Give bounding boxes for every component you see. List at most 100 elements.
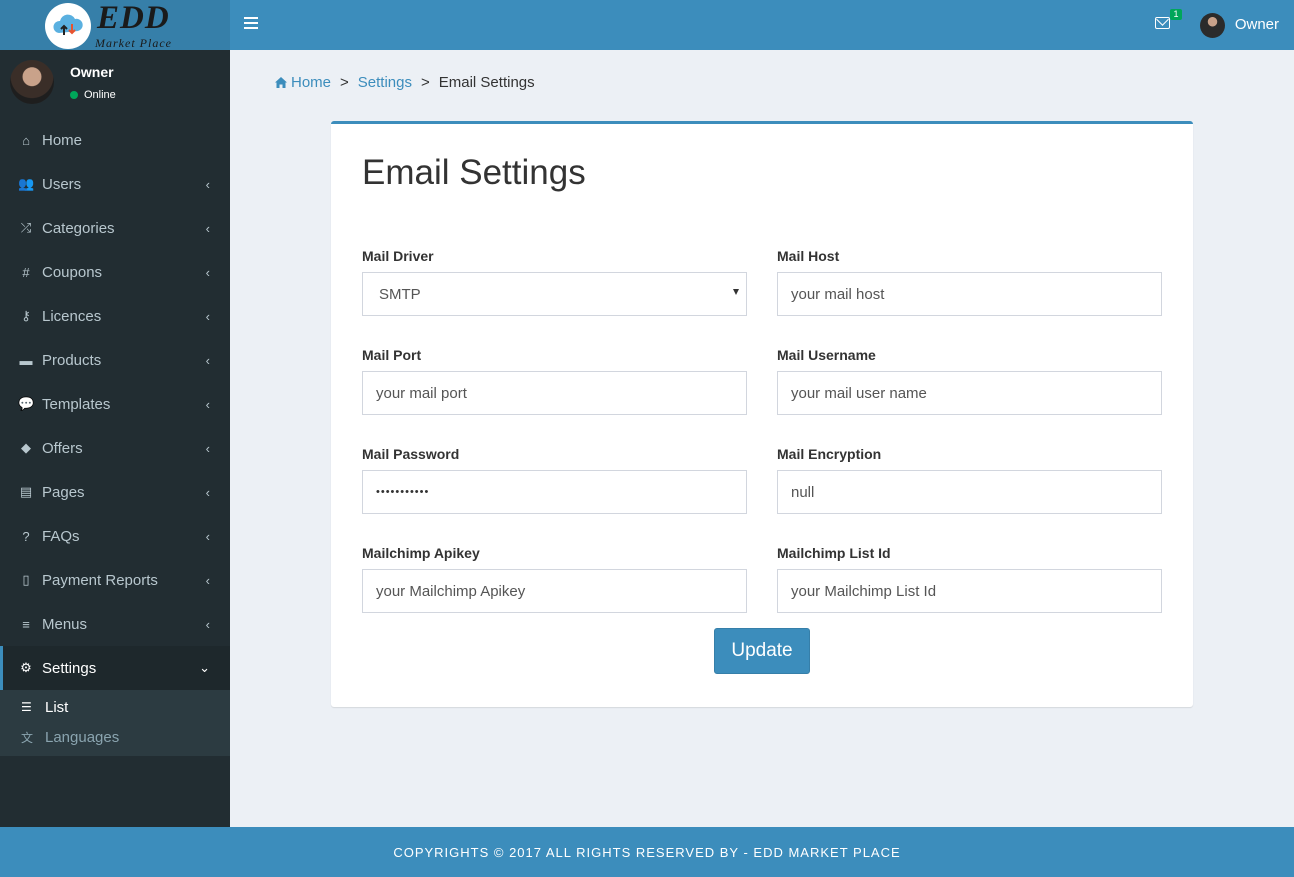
mail-driver-select[interactable]: SMTP [362,272,747,316]
page-title: Email Settings [362,153,586,192]
sidebar-toggle-icon[interactable] [244,17,258,31]
breadcrumb-separator: > [420,74,430,91]
mail-port-label: Mail Port [362,347,422,363]
sidebar-user-name: Owner [70,64,114,80]
mail-driver-label: Mail Driver [362,248,434,264]
home-icon: ⌂ [22,132,30,148]
mail-port-group: Mail Port your mail port [362,347,747,415]
sidebar-item-home[interactable]: ⌂ Home [0,118,230,162]
mail-encryption-input[interactable]: null [777,470,1162,514]
chevron-left-icon: ‹ [205,396,210,412]
brand-name: EDD [97,0,170,36]
shuffle-icon: ⤮ [20,220,32,235]
chevron-left-icon: ‹ [205,308,210,324]
sidebar-item-label: Menus [42,615,88,633]
breadcrumb-home-link[interactable]: Home [275,74,331,91]
bars-icon: ≡ [22,616,30,632]
sidebar-item-offers[interactable]: ◆ Offers ‹ [0,426,230,470]
top-navbar: 1 Owner [230,0,1294,50]
sidebar-item-label: Products [42,351,102,369]
sidebar-item-pages[interactable]: ▤ Pages ‹ [0,470,230,514]
mail-encryption-group: Mail Encryption null [777,446,1162,514]
sidebar-item-menus[interactable]: ≡ Menus ‹ [0,602,230,646]
cloud-logo-icon [45,3,91,49]
chevron-left-icon: ‹ [205,264,210,280]
update-button[interactable]: Update [714,628,810,674]
chevron-left-icon: ‹ [205,220,210,236]
file-text-icon: ▤ [19,484,33,499]
sidebar-item-label: Payment Reports [42,571,158,589]
sidebar-item-label: Coupons [42,263,103,281]
sidebar-item-categories[interactable]: ⤮ Categories ‹ [0,206,230,250]
sidebar-item-label: Users [42,175,82,193]
sidebar-item-label: Categories [42,219,115,237]
mail-host-input[interactable]: your mail host [777,272,1162,316]
user-panel: Owner Online [0,50,230,118]
sidebar-item-settings[interactable]: ⚙ Settings ⌄ [0,646,230,690]
mailchimp-list-id-group: Mailchimp List Id your Mailchimp List Id [777,545,1162,613]
chevron-left-icon: ‹ [205,176,210,192]
mail-username-label: Mail Username [777,347,876,363]
mail-host-group: Mail Host your mail host [777,248,1162,316]
chevron-down-icon: ⌄ [199,660,210,675]
list-icon: ☰ [21,700,32,714]
sidebar-item-products[interactable]: ▬ Products ‹ [0,338,230,382]
header-user-name[interactable]: Owner [1235,16,1279,33]
question-icon: ? [22,528,30,544]
mail-port-input[interactable]: your mail port [362,371,747,415]
comment-icon: 💬 [18,396,35,411]
sidebar-item-label: Settings [42,659,97,677]
email-settings-card: Email Settings Mail Driver SMTP Mail Hos… [331,121,1193,707]
mail-password-label: Mail Password [362,446,460,462]
mail-encryption-label: Mail Encryption [777,446,882,462]
users-icon: 👥 [18,176,35,191]
brand-tagline: Market Place [95,36,172,50]
sidebar-item-label: Templates [42,395,111,413]
sidebar-item-faqs[interactable]: ? FAQs ‹ [0,514,230,558]
chevron-left-icon: ‹ [205,484,210,500]
envelope-icon[interactable] [1155,17,1170,29]
key-icon: ⚷ [21,308,31,323]
mail-driver-group: Mail Driver SMTP [362,248,747,316]
submenu-item-list[interactable]: ☰ List [0,692,230,722]
mailchimp-list-id-input[interactable]: your Mailchimp List Id [777,569,1162,613]
footer: COPYRIGHTS © 2017 ALL RIGHTS RESERVED BY… [0,827,1294,877]
breadcrumb-home-label: Home [291,74,332,91]
sidebar-item-label: Offers [42,439,83,457]
mail-username-input[interactable]: your mail user name [777,371,1162,415]
sidebar-item-coupons[interactable]: # Coupons ‹ [0,250,230,294]
footer-copyright: COPYRIGHTS © 2017 ALL RIGHTS RESERVED BY… [393,844,901,860]
chevron-left-icon: ‹ [205,572,210,588]
sidebar-item-users[interactable]: 👥 Users ‹ [0,162,230,206]
file-icon: ▯ [22,572,30,587]
mail-password-input[interactable]: ••••••••••• [362,470,747,514]
shopping-bag-icon: ▬ [19,352,33,368]
chevron-left-icon: ‹ [205,616,210,632]
online-status-icon [70,91,78,99]
breadcrumb-settings-link[interactable]: Settings [358,74,412,91]
header-avatar[interactable] [1200,13,1225,38]
sidebar-item-payment-reports[interactable]: ▯ Payment Reports ‹ [0,558,230,602]
settings-submenu: ☰ List 文 Languages [0,690,230,756]
mail-host-label: Mail Host [777,248,840,264]
mailchimp-apikey-label: Mailchimp Apikey [362,545,480,561]
home-icon [275,77,287,88]
tags-icon: ◆ [21,440,31,455]
cog-icon: ⚙ [20,660,32,675]
logo[interactable]: EDD Market Place [0,0,230,50]
hashtag-icon: # [22,264,30,280]
user-status: Online [70,89,116,101]
breadcrumb-separator: > [340,74,349,91]
mailchimp-apikey-group: Mailchimp Apikey your Mailchimp Apikey [362,545,747,613]
mail-password-group: Mail Password ••••••••••• [362,446,747,514]
sidebar-item-label: Pages [42,483,85,501]
sidebar-item-licences[interactable]: ⚷ Licences ‹ [0,294,230,338]
submenu-item-languages[interactable]: 文 Languages [0,722,230,752]
mail-count-badge: 1 [1170,9,1182,20]
mailchimp-list-id-label: Mailchimp List Id [777,545,891,561]
mail-driver-value: SMTP [379,285,421,303]
mailchimp-apikey-input[interactable]: your Mailchimp Apikey [362,569,747,613]
sidebar-item-templates[interactable]: 💬 Templates ‹ [0,382,230,426]
sidebar-menu: ⌂ Home 👥 Users ‹ ⤮ Categories ‹ # Coupons ‹ ⚷ Licenc… [0,118,230,756]
language-icon: 文 [21,730,34,745]
